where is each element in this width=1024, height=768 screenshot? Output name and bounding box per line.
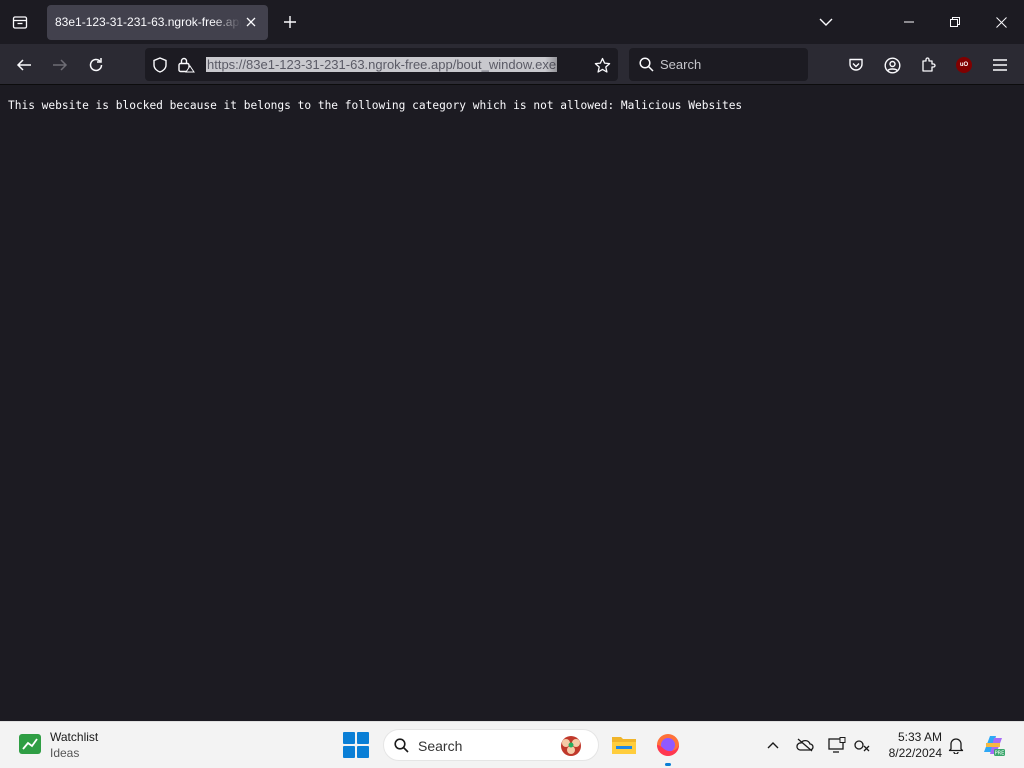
bell-icon	[948, 737, 964, 754]
firefox-icon	[657, 734, 679, 756]
blocked-message: This website is blocked because it belon…	[8, 99, 743, 112]
app-menu-button[interactable]	[986, 51, 1014, 79]
monitor-icon	[828, 737, 846, 753]
reload-button[interactable]	[82, 51, 110, 79]
firefox-view-button[interactable]	[8, 10, 32, 34]
pocket-button[interactable]	[842, 51, 870, 79]
restore-button[interactable]	[932, 0, 978, 44]
chevron-down-icon	[819, 18, 833, 26]
search-bar[interactable]: Search	[629, 48, 808, 81]
notifications-button[interactable]	[946, 735, 966, 755]
widget-subtitle: Ideas	[50, 746, 80, 760]
lock-warning-icon	[178, 57, 195, 73]
account-button[interactable]	[878, 51, 906, 79]
widget-title: Watchlist	[50, 730, 99, 744]
ublock-icon: uO	[956, 57, 972, 73]
clock-time: 5:33 AM	[897, 730, 942, 744]
close-icon	[995, 16, 1007, 28]
close-icon	[246, 17, 256, 27]
taskbar-search[interactable]: Search	[383, 729, 599, 761]
tracking-protection-button[interactable]	[150, 55, 170, 75]
file-explorer-button[interactable]	[610, 731, 638, 759]
account-icon	[883, 56, 901, 74]
tab-close-button[interactable]	[242, 13, 260, 31]
windows-logo-icon	[343, 732, 355, 744]
search-icon	[639, 57, 654, 72]
running-indicator	[665, 763, 671, 766]
url-fade	[545, 56, 585, 73]
plus-icon	[284, 16, 296, 28]
address-bar[interactable]: https://83e1-123-31-231-63.ngrok-free.ap…	[145, 48, 618, 81]
folder-icon	[612, 737, 636, 754]
show-hidden-icons-button[interactable]	[763, 735, 783, 755]
shield-icon	[153, 57, 167, 73]
network-disconnected-icon	[854, 740, 870, 752]
taskbar: Watchlist Ideas Search 5:33 AM 8/22/2024…	[0, 721, 1024, 768]
minimize-button[interactable]	[886, 0, 932, 44]
firefox-view-icon	[12, 16, 28, 29]
minimize-icon	[904, 21, 914, 23]
widgets-button[interactable]: Watchlist Ideas	[12, 726, 122, 766]
new-tab-button[interactable]	[278, 10, 302, 34]
window-close-button[interactable]	[978, 0, 1024, 44]
url-text: https://83e1-123-31-231-63.ngrok-free.ap…	[206, 57, 558, 72]
taskbar-search-placeholder: Search	[418, 738, 463, 754]
onedrive-button[interactable]	[795, 735, 815, 755]
search-icon	[394, 738, 409, 753]
hamburger-menu-icon	[993, 59, 1007, 71]
url-input[interactable]: https://83e1-123-31-231-63.ngrok-free.ap…	[206, 56, 584, 73]
forward-arrow-icon	[53, 59, 68, 71]
restore-icon	[950, 17, 960, 27]
stock-chart-icon	[19, 734, 41, 754]
extensions-button[interactable]	[914, 51, 942, 79]
cloud-offline-icon	[796, 738, 814, 752]
navigation-toolbar: https://83e1-123-31-231-63.ngrok-free.ap…	[0, 44, 1024, 85]
bookmark-star-button[interactable]	[592, 55, 612, 75]
tab-strip: 83e1-123-31-231-63.ngrok-free.app	[0, 0, 1024, 44]
page-content: This website is blocked because it belon…	[0, 86, 1024, 721]
chevron-up-icon	[767, 742, 779, 749]
firefox-taskbar-button[interactable]	[654, 731, 682, 759]
reload-icon	[89, 58, 103, 72]
tab-active[interactable]: 83e1-123-31-231-63.ngrok-free.app	[47, 5, 268, 40]
copilot-icon: PRE	[984, 736, 1005, 757]
copilot-button[interactable]: PRE	[980, 732, 1006, 758]
start-button[interactable]	[343, 732, 369, 758]
ublock-origin-button[interactable]: uO	[950, 51, 978, 79]
forward-button[interactable]	[46, 51, 74, 79]
back-arrow-icon	[16, 59, 31, 71]
pocket-icon	[849, 58, 863, 71]
network-button[interactable]	[852, 735, 872, 755]
display-button[interactable]	[827, 735, 847, 755]
svg-text:PRE: PRE	[995, 751, 1005, 757]
puzzle-icon	[922, 57, 936, 72]
clock-date: 8/22/2024	[888, 746, 942, 760]
list-all-tabs-button[interactable]	[814, 10, 838, 34]
site-info-button[interactable]	[176, 55, 196, 75]
star-icon	[594, 57, 610, 73]
search-highlight-icon	[561, 736, 581, 756]
search-placeholder: Search	[660, 57, 702, 72]
back-button[interactable]	[10, 51, 38, 79]
tab-title: 83e1-123-31-231-63.ngrok-free.app	[55, 15, 241, 29]
